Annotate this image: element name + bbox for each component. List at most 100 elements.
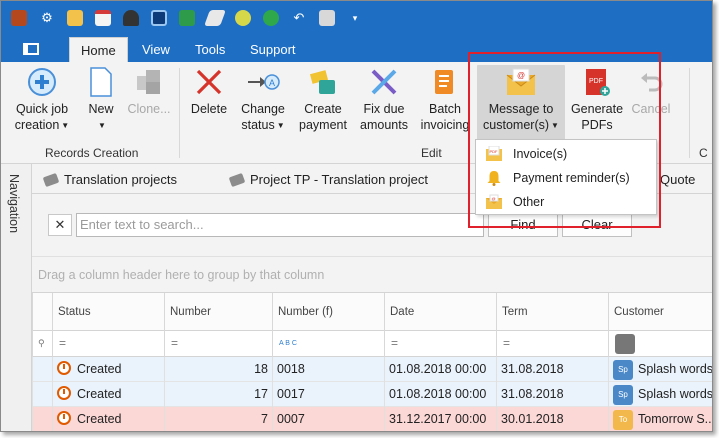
column-header-date[interactable]: Date [384, 293, 496, 332]
status-text: Created [77, 362, 122, 376]
payment-icon [306, 65, 340, 99]
tab-support[interactable]: Support [239, 37, 307, 62]
filter-customer[interactable] [608, 331, 712, 357]
tools-icon [367, 65, 401, 99]
app-logo-icon[interactable] [7, 7, 31, 29]
number-f-cell: 0018 [272, 357, 384, 382]
filter-status[interactable]: = [52, 331, 164, 357]
records-creation-group-label: Records Creation [45, 146, 139, 160]
gear-icon[interactable]: ⚙ [35, 7, 59, 29]
group-by-panel[interactable]: Drag a column header here to group by th… [32, 256, 712, 292]
refresh-icon[interactable] [259, 7, 283, 29]
pdf-icon: PDF [580, 65, 614, 99]
customize-toolbar-icon[interactable]: ▾ [343, 7, 367, 29]
table-row[interactable]: Created 7 0007 31.12.2017 00:00 30.01.20… [32, 407, 713, 431]
cancel-button[interactable]: Cancel [631, 65, 671, 117]
svg-text:@: @ [492, 196, 496, 201]
monitor-icon[interactable] [147, 7, 171, 29]
user-icon[interactable] [119, 7, 143, 29]
doc-tab-label: Project TP - Translation project [250, 172, 428, 187]
edit-group-label: Edit [421, 146, 442, 160]
stopwatch-icon [57, 386, 71, 400]
doc-tab-project-tp[interactable]: Project TP - Translation project [228, 172, 428, 187]
fix-due-amounts-button[interactable]: Fix due amounts [355, 65, 413, 133]
new-button[interactable]: New ▼ [81, 65, 121, 134]
filter-date[interactable]: = [384, 331, 496, 357]
svg-text:A: A [269, 78, 275, 88]
menu-item-label: Payment reminder(s) [513, 171, 630, 185]
add-circle-icon [25, 65, 59, 99]
search-input[interactable]: Enter text to search... [76, 213, 484, 237]
row-indicator [32, 407, 52, 431]
doc-tab-quote[interactable]: Quote [660, 172, 695, 187]
email-icon: @ [504, 65, 538, 99]
file-menu-button[interactable] [9, 38, 53, 60]
customer-name: Tomorrow S... [638, 412, 713, 426]
column-header-number[interactable]: Number [164, 293, 272, 332]
clear-search-button[interactable]: ✕ [48, 214, 72, 236]
find-button[interactable]: Find [488, 213, 558, 237]
file-menu-icon [23, 43, 39, 55]
column-header-number-f[interactable]: Number (f) [272, 293, 384, 332]
term-cell: 30.01.2018 [496, 407, 608, 431]
filter-number-f[interactable]: A B C [272, 331, 384, 357]
customer-filter-swatch [615, 333, 635, 354]
filter-term[interactable]: = [496, 331, 608, 357]
eraser-icon[interactable] [203, 7, 227, 29]
menu-item-invoices[interactable]: PDF Invoice(s) [476, 142, 656, 166]
menu-item-other[interactable]: @ Other [476, 190, 656, 214]
number-cell: 7 [164, 407, 272, 431]
svg-text:@: @ [517, 71, 525, 80]
create-payment-label: Create payment [299, 102, 347, 132]
printer-icon[interactable] [315, 7, 339, 29]
records-grid: Status Number Number (f) Date Term Custo… [32, 292, 713, 431]
status-cell: Created [52, 382, 164, 407]
customer-name: Splash words [638, 387, 713, 401]
navigation-panel[interactable]: Navigation [1, 164, 32, 431]
number-cell: 17 [164, 382, 272, 407]
project-icon [228, 172, 246, 187]
status-cell: Created [52, 407, 164, 431]
doc-tab-label: Quote [660, 172, 696, 187]
generate-pdfs-button[interactable]: PDF Generate PDFs [569, 65, 625, 133]
navigation-label: Navigation [7, 174, 21, 234]
doc-tab-translation-projects[interactable]: Translation projects [42, 172, 177, 187]
group-separator [689, 68, 690, 158]
clear-button[interactable]: Clear [562, 213, 632, 237]
menu-item-payment-reminders[interactable]: Payment reminder(s) [476, 166, 656, 190]
customer-avatar: To [613, 409, 633, 430]
chevron-down-icon: ▼ [98, 121, 106, 130]
message-to-customers-label: Message to customer(s) [483, 102, 554, 132]
create-payment-button[interactable]: Create payment [297, 65, 349, 133]
date-cell: 01.08.2018 00:00 [384, 357, 496, 382]
column-header-customer[interactable]: Customer [608, 293, 712, 332]
mail-icon[interactable] [63, 7, 87, 29]
row-indicator-header [32, 293, 52, 332]
change-status-button[interactable]: A Change status ▼ [237, 65, 289, 134]
column-header-term[interactable]: Term [496, 293, 608, 332]
table-row[interactable]: Created 18 0018 01.08.2018 00:00 31.08.2… [32, 357, 712, 382]
message-to-customers-button[interactable]: @ Message to customer(s) ▼ [477, 65, 565, 141]
calendar-icon[interactable] [91, 7, 115, 29]
tab-tools[interactable]: Tools [184, 37, 236, 62]
tab-home[interactable]: Home [69, 37, 128, 62]
tab-view[interactable]: View [131, 37, 181, 62]
filter-row: ⚲ = = A B C = = [32, 331, 712, 357]
term-cell: 31.08.2018 [496, 357, 608, 382]
delete-button[interactable]: Delete [187, 65, 231, 117]
filter-number[interactable]: = [164, 331, 272, 357]
new-document-icon [84, 65, 118, 99]
status-text: Created [77, 412, 122, 426]
column-header-status[interactable]: Status [52, 293, 164, 332]
money-icon[interactable] [175, 7, 199, 29]
gear-badge-icon[interactable] [231, 7, 255, 29]
undo-icon[interactable]: ↶ [287, 7, 311, 29]
email-icon: @ [486, 194, 502, 209]
clone-button[interactable]: Clone... [126, 65, 172, 117]
table-row[interactable]: Created 17 0017 01.08.2018 00:00 31.08.2… [32, 382, 713, 407]
quick-job-creation-button[interactable]: Quick job creation ▼ [9, 65, 75, 134]
quick-access-toolbar: ⚙ ↶ ▾ [1, 1, 712, 35]
number-cell: 18 [164, 357, 272, 382]
doc-tab-label: Translation projects [64, 172, 177, 187]
batch-invoicing-button[interactable]: Batch invoicing [419, 65, 471, 133]
